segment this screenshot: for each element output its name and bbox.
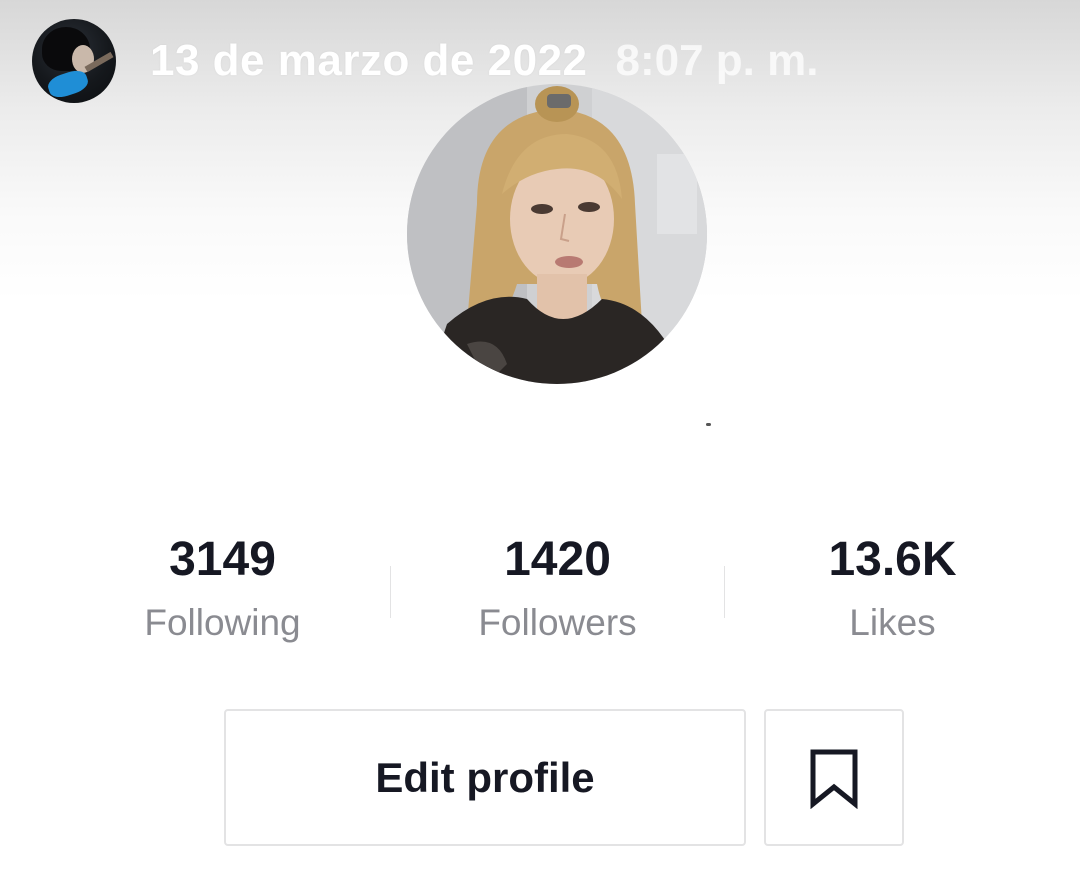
story-time: 8:07 p. m.: [615, 36, 819, 85]
favorites-button[interactable]: [764, 709, 904, 846]
stat-likes[interactable]: 13.6K Likes: [725, 530, 1060, 648]
edit-profile-button[interactable]: Edit profile: [224, 709, 746, 846]
stat-following-label: Following: [144, 602, 301, 643]
stat-followers-label: Followers: [478, 602, 637, 643]
stat-likes-label: Likes: [849, 602, 936, 643]
avatar-guitar-shape: [45, 67, 91, 101]
story-header: 13 de marzo de 2022 8:07 p. m.: [32, 18, 818, 104]
stat-following[interactable]: 3149 Following: [55, 530, 390, 648]
profile-avatar[interactable]: [407, 84, 707, 384]
story-user-avatar[interactable]: [32, 19, 116, 103]
stat-following-value: 3149: [169, 533, 276, 586]
stat-followers-value: 1420: [504, 533, 611, 586]
story-date: 13 de marzo de 2022: [150, 36, 588, 85]
stat-likes-value: 13.6K: [828, 533, 957, 586]
profile-stats: 3149 Following 1420 Followers 13.6K Like…: [55, 530, 1060, 660]
bookmark-icon: [810, 749, 858, 809]
stat-followers[interactable]: 1420 Followers: [390, 530, 725, 648]
small-dot-mark: [706, 423, 711, 426]
profile-photo-illustration: [407, 84, 707, 384]
